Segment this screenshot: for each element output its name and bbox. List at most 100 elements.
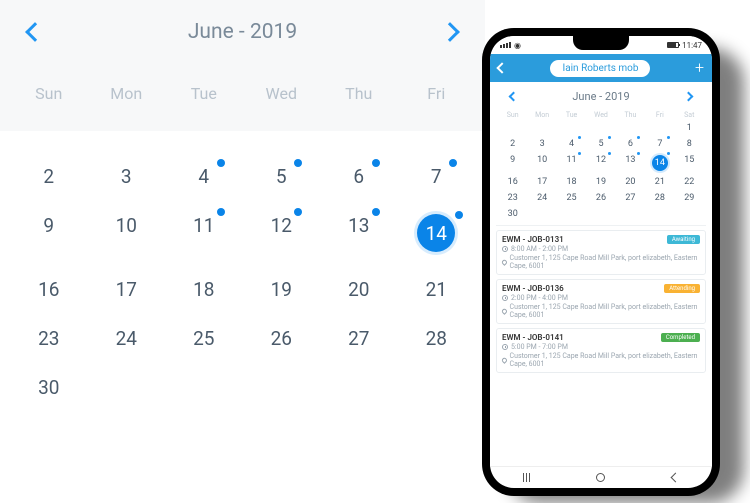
- event-dot-icon: [578, 152, 581, 155]
- mobile-calendar-day[interactable]: 9: [498, 155, 527, 171]
- calendar-day[interactable]: 30: [10, 376, 88, 399]
- calendar-day[interactable]: 9: [10, 214, 88, 252]
- calendar-day[interactable]: 27: [320, 327, 398, 350]
- location-icon: [501, 259, 508, 266]
- job-time: 8:00 AM - 2:00 PM: [511, 245, 568, 253]
- calendar-day[interactable]: 20: [320, 278, 398, 301]
- event-dot-icon: [294, 159, 302, 167]
- android-nav-bar: [490, 466, 712, 488]
- job-card[interactable]: EWM - JOB-0136Attending2:00 PM - 4:00 PM…: [496, 279, 706, 324]
- clock-icon: [502, 246, 508, 252]
- calendar-day[interactable]: 7: [398, 165, 476, 188]
- mobile-calendar-day[interactable]: 21: [645, 177, 674, 187]
- calendar-day[interactable]: 26: [243, 327, 321, 350]
- mobile-calendar-day: [498, 123, 527, 133]
- mobile-weekday-label: Mon: [527, 111, 556, 119]
- calendar-day[interactable]: 5: [243, 165, 321, 188]
- next-month-button[interactable]: [440, 22, 460, 42]
- mobile-calendar-day[interactable]: 1: [675, 123, 704, 133]
- mobile-calendar-day[interactable]: 28: [645, 193, 674, 203]
- mobile-calendar-day: [616, 209, 645, 219]
- mobile-calendar-day[interactable]: 24: [527, 193, 556, 203]
- mobile-calendar-day[interactable]: 16: [498, 177, 527, 187]
- mobile-weekday-label: Sun: [498, 111, 527, 119]
- job-card[interactable]: EWM - JOB-0131Awaiting8:00 AM - 2:00 PMC…: [496, 230, 706, 275]
- mobile-calendar-day[interactable]: 19: [586, 177, 615, 187]
- calendar-day[interactable]: 2: [10, 165, 88, 188]
- back-button[interactable]: [496, 62, 507, 73]
- calendar-day[interactable]: 4: [165, 165, 243, 188]
- mobile-calendar-day[interactable]: 13: [616, 155, 645, 171]
- mobile-next-month[interactable]: [684, 92, 694, 102]
- add-button[interactable]: +: [695, 60, 704, 76]
- calendar-day[interactable]: 16: [10, 278, 88, 301]
- clock-icon: [502, 344, 508, 350]
- mobile-calendar-day[interactable]: 20: [616, 177, 645, 187]
- calendar-day[interactable]: 6: [320, 165, 398, 188]
- location-icon: [501, 308, 508, 315]
- event-dot-icon: [217, 159, 225, 167]
- calendar-day[interactable]: 13: [320, 214, 398, 252]
- calendar-day[interactable]: 25: [165, 327, 243, 350]
- job-card[interactable]: EWM - JOB-0141Completed5:00 PM - 7:00 PM…: [496, 328, 706, 373]
- calendar-day[interactable]: 17: [88, 278, 166, 301]
- calendar-day[interactable]: 18: [165, 278, 243, 301]
- mobile-calendar-day[interactable]: 27: [616, 193, 645, 203]
- mobile-calendar-day[interactable]: 18: [557, 177, 586, 187]
- mobile-calendar-day[interactable]: 5: [586, 139, 615, 149]
- mobile-calendar-day[interactable]: 10: [527, 155, 556, 171]
- mobile-calendar-day[interactable]: 17: [527, 177, 556, 187]
- mobile-calendar-day[interactable]: 26: [586, 193, 615, 203]
- mobile-calendar-day[interactable]: 3: [527, 139, 556, 149]
- mobile-calendar-day[interactable]: 14: [645, 155, 674, 171]
- job-list: EWM - JOB-0131Awaiting8:00 AM - 2:00 PMC…: [490, 226, 712, 466]
- mobile-calendar-day[interactable]: 4: [557, 139, 586, 149]
- user-pill[interactable]: Iain Roberts mob: [550, 60, 650, 77]
- event-dot-icon: [667, 136, 670, 139]
- mobile-calendar-day[interactable]: 8: [675, 139, 704, 149]
- calendar-day[interactable]: 23: [10, 327, 88, 350]
- calendar-day[interactable]: 21: [398, 278, 476, 301]
- clock-icon: [502, 295, 508, 301]
- calendar-day[interactable]: 11: [165, 214, 243, 252]
- event-dot-icon: [667, 152, 670, 155]
- phone-notch: [573, 36, 629, 50]
- mobile-calendar-day[interactable]: 7: [645, 139, 674, 149]
- mobile-calendar-day[interactable]: 23: [498, 193, 527, 203]
- mobile-calendar-day[interactable]: 22: [675, 177, 704, 187]
- calendar-day[interactable]: 19: [243, 278, 321, 301]
- prev-month-button[interactable]: [25, 22, 45, 42]
- weekday-label: Thu: [320, 84, 398, 103]
- nav-back-button[interactable]: [670, 473, 680, 483]
- app-bar: Iain Roberts mob +: [490, 54, 712, 82]
- calendar-day[interactable]: 24: [88, 327, 166, 350]
- weekday-label: Tue: [165, 84, 243, 103]
- nav-home-button[interactable]: [596, 473, 605, 482]
- mobile-prev-month[interactable]: [509, 92, 519, 102]
- nav-recent-button[interactable]: [523, 473, 530, 482]
- calendar-day[interactable]: 12: [243, 214, 321, 252]
- mobile-calendar-day: [586, 209, 615, 219]
- mobile-calendar-day[interactable]: 29: [675, 193, 704, 203]
- mobile-calendar-day: [557, 123, 586, 133]
- calendar-day[interactable]: 28: [398, 327, 476, 350]
- signal-icon: [500, 42, 511, 48]
- mobile-calendar-day[interactable]: 15: [675, 155, 704, 171]
- mobile-weekday-label: Sat: [675, 111, 704, 119]
- desktop-calendar: June - 2019 SunMonTueWedThuFri 234567910…: [0, 0, 485, 407]
- mobile-calendar-day[interactable]: 2: [498, 139, 527, 149]
- mobile-calendar-day[interactable]: 6: [616, 139, 645, 149]
- weekday-label: Wed: [243, 84, 321, 103]
- calendar-day[interactable]: 14: [398, 214, 476, 252]
- job-location: Customer 1, 125 Cape Road Mill Park, por…: [510, 352, 700, 368]
- event-dot-icon: [217, 208, 225, 216]
- mobile-calendar-day[interactable]: 30: [498, 209, 527, 219]
- mobile-calendar-day[interactable]: 11: [557, 155, 586, 171]
- calendar-day[interactable]: 10: [88, 214, 166, 252]
- mobile-weekday-row: SunMonTueWedThuFriSat: [490, 107, 712, 121]
- mobile-calendar-day[interactable]: 12: [586, 155, 615, 171]
- calendar-day[interactable]: 3: [88, 165, 166, 188]
- weekday-label: Fri: [398, 84, 476, 103]
- mobile-calendar-day[interactable]: 25: [557, 193, 586, 203]
- status-badge: Awaiting: [667, 235, 700, 244]
